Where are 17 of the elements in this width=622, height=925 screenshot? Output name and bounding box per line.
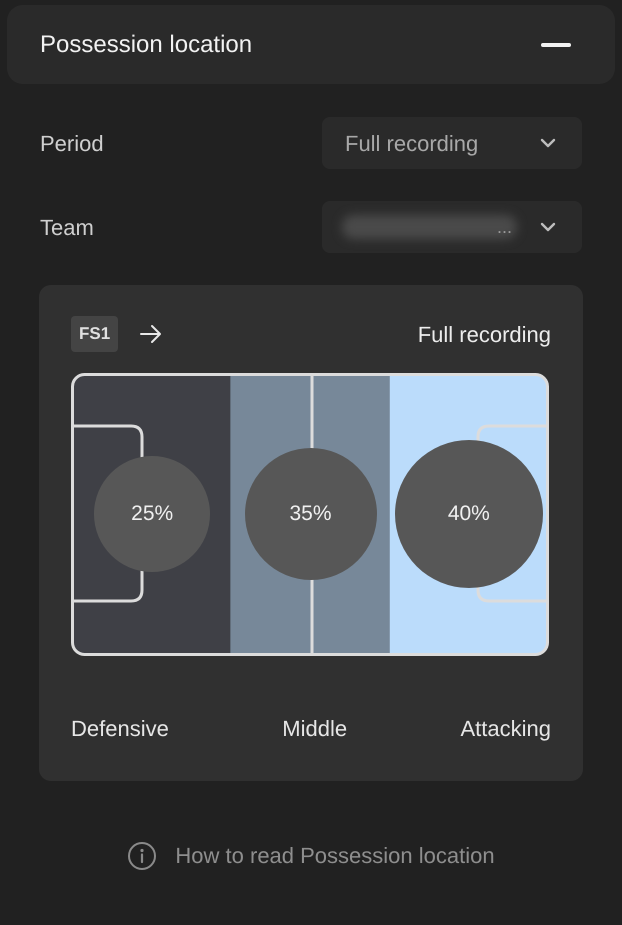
arrow-right-icon [140, 324, 162, 344]
panel-header[interactable]: Possession location [7, 5, 615, 84]
badge: FS1 [71, 316, 118, 352]
zone-label: Attacking [460, 715, 551, 743]
dropdown[interactable]: ... [322, 201, 582, 253]
period-label: Full recording [418, 320, 551, 349]
zone-label: Middle [282, 715, 348, 743]
panel-title: Possession location [40, 30, 252, 60]
collapse-icon[interactable] [541, 42, 571, 46]
help-link[interactable]: How to read Possession location [175, 839, 495, 872]
chevron-down-icon [540, 222, 556, 232]
filter-label: Period [40, 130, 104, 158]
filter-label: Team [40, 214, 94, 242]
dropdown[interactable]: Full recording [322, 117, 582, 169]
zone-label: Defensive [71, 715, 169, 743]
info-icon [127, 840, 158, 870]
chevron-down-icon [540, 138, 556, 148]
